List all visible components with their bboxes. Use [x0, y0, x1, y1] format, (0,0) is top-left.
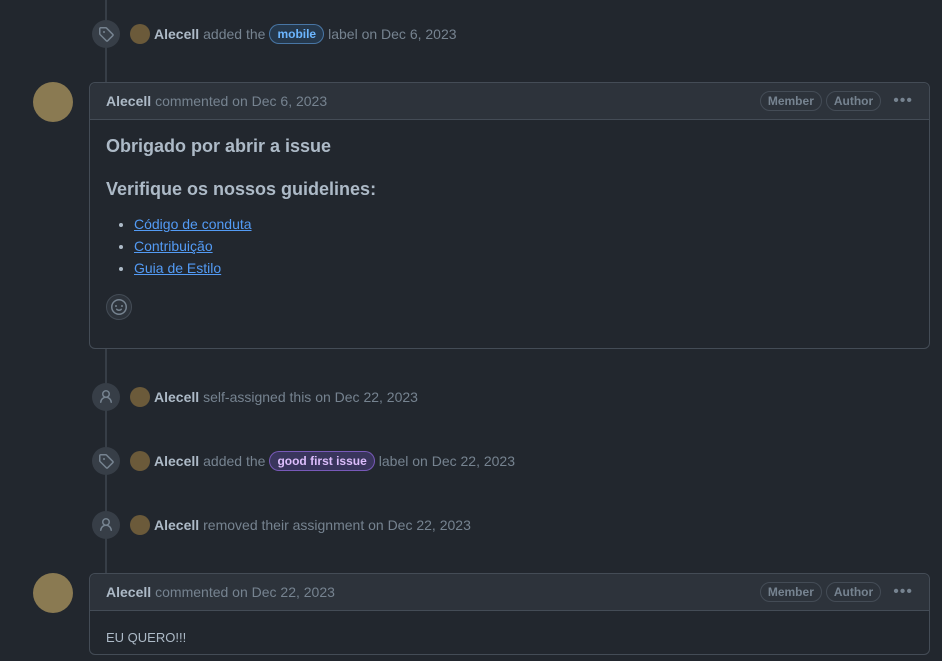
- person-icon: [92, 511, 120, 539]
- comment-heading: Obrigado por abrir a issue: [106, 136, 332, 156]
- timeline-event-self-assigned: Alecell self-assigned this on Dec 22, 20…: [92, 383, 422, 411]
- timeline-event-label-mobile: Alecell added the mobile label on Dec 6,…: [92, 20, 461, 48]
- comment-header: Alecell commented on Dec 6, 2023 Member …: [90, 83, 929, 120]
- link-guia-de-estilo[interactable]: Guia de Estilo: [134, 260, 221, 276]
- author-link[interactable]: Alecell: [154, 26, 199, 42]
- member-badge: Member: [759, 582, 822, 602]
- member-badge: Member: [759, 91, 822, 111]
- comment: Alecell commented on Dec 22, 2023 Member…: [89, 573, 930, 655]
- comment-text: EU QUERO!!!: [106, 630, 187, 645]
- avatar[interactable]: [33, 573, 73, 613]
- comment-header: Alecell commented on Dec 22, 2023 Member…: [90, 574, 929, 611]
- label-mobile[interactable]: mobile: [269, 24, 325, 44]
- avatar[interactable]: [130, 24, 150, 44]
- comment-timestamp[interactable]: commented on Dec 6, 2023: [155, 93, 327, 109]
- tag-icon: [92, 20, 120, 48]
- author-badge: Author: [825, 582, 882, 602]
- author-badge: Author: [825, 91, 882, 111]
- list-item: Código de conduta: [134, 216, 913, 232]
- avatar[interactable]: [33, 82, 73, 122]
- avatar[interactable]: [130, 451, 150, 471]
- person-icon: [92, 383, 120, 411]
- event-text: added the: [203, 453, 266, 469]
- tag-icon: [92, 447, 120, 475]
- kebab-horizontal-icon[interactable]: •••: [893, 583, 913, 601]
- comment-body: Obrigado por abrir a issue Verifique os …: [90, 120, 929, 336]
- list-item: Guia de Estilo: [134, 260, 913, 276]
- event-text: added the: [203, 26, 266, 42]
- event-text: label on Dec 6, 2023: [328, 26, 457, 42]
- event-text: self-assigned this on Dec 22, 2023: [203, 389, 418, 405]
- avatar[interactable]: [130, 387, 150, 407]
- list-item: Contribuição: [134, 238, 913, 254]
- event-text: label on Dec 22, 2023: [378, 453, 515, 469]
- event-text: removed their assignment on Dec 22, 2023: [203, 517, 471, 533]
- comment-timestamp[interactable]: commented on Dec 22, 2023: [155, 584, 335, 600]
- timeline-event-removed-assignment: Alecell removed their assignment on Dec …: [92, 511, 475, 539]
- label-good-first-issue[interactable]: good first issue: [269, 451, 375, 471]
- kebab-horizontal-icon[interactable]: •••: [893, 92, 913, 110]
- avatar[interactable]: [130, 515, 150, 535]
- comment-body: EU QUERO!!!: [90, 611, 929, 661]
- author-link[interactable]: Alecell: [154, 453, 199, 469]
- timeline-event-label-good-first-issue: Alecell added the good first issue label…: [92, 447, 519, 475]
- link-contribuicao[interactable]: Contribuição: [134, 238, 213, 254]
- link-codigo-de-conduta[interactable]: Código de conduta: [134, 216, 252, 232]
- author-link[interactable]: Alecell: [154, 389, 199, 405]
- author-link[interactable]: Alecell: [106, 93, 151, 109]
- comment: Alecell commented on Dec 6, 2023 Member …: [89, 82, 930, 349]
- smiley-icon[interactable]: [106, 294, 132, 320]
- author-link[interactable]: Alecell: [154, 517, 199, 533]
- guideline-list: Código de conduta Contribuição Guia de E…: [106, 216, 913, 276]
- comment-heading: Verifique os nossos guidelines:: [106, 179, 377, 199]
- author-link[interactable]: Alecell: [106, 584, 151, 600]
